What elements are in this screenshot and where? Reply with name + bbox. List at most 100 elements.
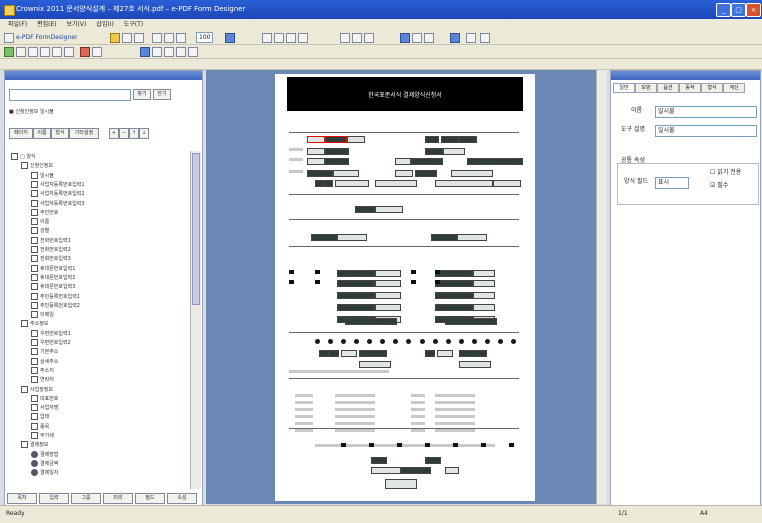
form-field[interactable] — [307, 170, 333, 177]
form-field[interactable] — [457, 234, 487, 241]
tree-item[interactable]: 전화번호입력3 — [31, 255, 71, 263]
combo-tool-icon[interactable] — [52, 47, 62, 57]
tree-scrollbar[interactable] — [190, 151, 201, 489]
tree-item[interactable]: 휴대폰번호입력1 — [31, 264, 75, 272]
form-field[interactable] — [335, 180, 369, 187]
maximize-button[interactable]: □ — [731, 3, 746, 17]
tab-options[interactable]: 옵션 — [657, 83, 679, 93]
print-icon[interactable] — [134, 33, 144, 43]
tab-actions[interactable]: 동작 — [679, 83, 701, 93]
form-field[interactable] — [431, 234, 459, 241]
open-icon[interactable] — [110, 33, 120, 43]
tree-scroll-thumb[interactable] — [192, 153, 200, 305]
bottom-tab[interactable]: 필드 — [135, 493, 165, 504]
form-field[interactable] — [435, 280, 473, 287]
same-height-icon[interactable] — [364, 33, 374, 43]
button-tool-icon[interactable] — [80, 47, 90, 57]
bottom-tab[interactable]: 목차 — [7, 493, 37, 504]
form-field[interactable] — [435, 292, 473, 299]
tree-item[interactable]: 전화번호입력1 — [31, 236, 71, 244]
select-tool-icon[interactable] — [4, 47, 14, 57]
tree-item[interactable]: 우편번호입력1 — [31, 329, 71, 337]
form-field[interactable] — [325, 148, 349, 155]
menu-tools[interactable]: 도구(T) — [124, 21, 143, 28]
form-field[interactable] — [493, 180, 521, 187]
tree-item[interactable]: 연락처 — [31, 376, 54, 384]
radio-tool-icon[interactable] — [40, 47, 50, 57]
same-width-icon[interactable] — [352, 33, 362, 43]
form-field[interactable] — [437, 350, 453, 357]
tree-item[interactable]: □ 양식 — [11, 153, 36, 160]
bottom-tab[interactable]: 속성 — [167, 493, 197, 504]
paste-icon[interactable] — [176, 33, 186, 43]
guide-icon[interactable] — [424, 33, 434, 43]
form-field[interactable] — [445, 318, 497, 325]
form-field[interactable] — [359, 361, 391, 368]
close-button[interactable]: × — [746, 3, 761, 17]
minimize-button[interactable]: _ — [716, 3, 731, 17]
tree-item[interactable]: 결제일자 — [31, 469, 58, 477]
form-field[interactable] — [307, 158, 325, 165]
form-field[interactable] — [445, 467, 459, 474]
send-back-icon[interactable] — [176, 47, 186, 57]
bottom-tab[interactable]: 입력 — [39, 493, 69, 504]
align-top-icon[interactable] — [298, 33, 308, 43]
bottom-tab[interactable]: 그룹 — [71, 493, 101, 504]
signature-tool-icon[interactable] — [92, 47, 102, 57]
menu-view[interactable]: 보기(V) — [67, 21, 87, 28]
form-field[interactable] — [311, 234, 339, 241]
about-icon[interactable] — [480, 33, 490, 43]
tree-item[interactable]: 기본주소 — [31, 348, 58, 356]
tab-general[interactable]: 일반 — [613, 83, 635, 93]
form-field[interactable] — [345, 318, 397, 325]
form-field[interactable] — [333, 170, 359, 177]
tab-format[interactable]: 형식 — [701, 83, 723, 93]
align-right-icon[interactable] — [286, 33, 296, 43]
form-field[interactable] — [319, 350, 329, 357]
tree-item[interactable]: 전화번호입력2 — [31, 246, 71, 253]
readonly-checkbox[interactable]: ☐ 읽기 전용 — [710, 168, 741, 178]
form-field[interactable] — [425, 350, 435, 357]
zoom-field[interactable]: 100 — [196, 32, 214, 43]
grid-icon[interactable] — [400, 33, 410, 43]
form-field[interactable] — [435, 304, 473, 311]
form-field[interactable] — [375, 206, 403, 213]
tree-item[interactable]: 사업자명 — [31, 404, 58, 412]
form-field[interactable] — [341, 350, 357, 357]
form-field[interactable] — [375, 270, 401, 277]
form-field[interactable] — [337, 304, 375, 311]
form-field[interactable] — [325, 158, 349, 165]
align-left-icon[interactable] — [262, 33, 272, 43]
tab-appearance[interactable]: 모양 — [635, 83, 657, 93]
tree-item[interactable]: 결제금액 — [31, 459, 58, 467]
canvas-scrollbar[interactable] — [596, 70, 607, 504]
tree-item[interactable]: 일시불 — [31, 171, 54, 179]
submit-field[interactable] — [385, 479, 417, 489]
search-input[interactable] — [9, 89, 131, 101]
tooltip-field[interactable]: 일시불 — [655, 125, 757, 137]
tree-item[interactable]: 주민등록번호입력2 — [31, 301, 80, 309]
view-name-button[interactable]: 이름 — [33, 128, 51, 139]
view-settings-button[interactable]: 기타설정 — [69, 128, 99, 139]
save-icon[interactable] — [122, 33, 132, 43]
tree-item[interactable]: 우편번호입력2 — [31, 339, 71, 346]
text-field-icon[interactable] — [16, 47, 26, 57]
form-field[interactable] — [375, 304, 401, 311]
form-field[interactable] — [371, 457, 387, 464]
form-field[interactable] — [329, 350, 339, 357]
form-field[interactable] — [467, 158, 523, 165]
copy-icon[interactable] — [164, 33, 174, 43]
form-field[interactable] — [337, 270, 375, 277]
form-field[interactable] — [337, 280, 375, 287]
snap-icon[interactable] — [412, 33, 422, 43]
form-field[interactable] — [459, 136, 477, 143]
tree-item[interactable]: 주소정보 — [21, 320, 48, 328]
form-field[interactable] — [375, 280, 401, 287]
tree-item[interactable]: 주민번호 — [31, 208, 58, 216]
new-icon[interactable] — [4, 33, 14, 43]
form-field[interactable] — [323, 180, 333, 187]
tree-item[interactable]: 종목 — [31, 422, 49, 430]
form-field[interactable] — [425, 136, 439, 143]
form-field[interactable] — [451, 170, 493, 177]
tree-item[interactable]: 부가세 — [31, 432, 54, 439]
